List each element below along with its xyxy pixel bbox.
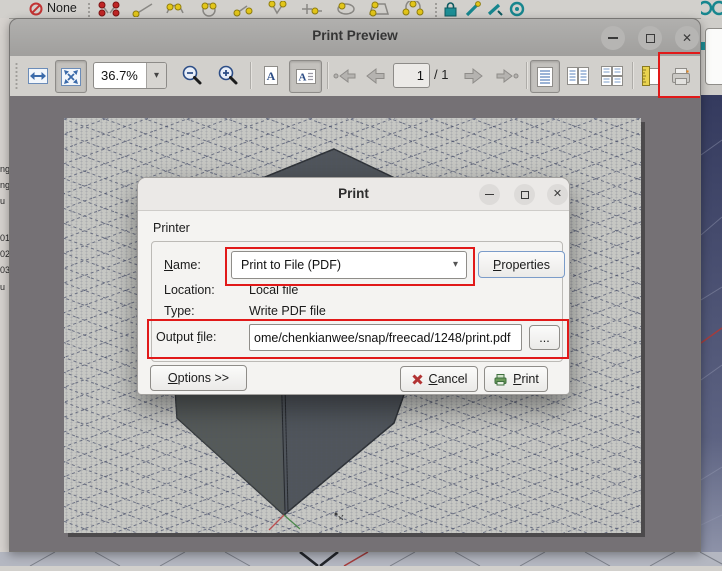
type-value: Write PDF file — [249, 304, 326, 318]
maximize-button[interactable] — [514, 184, 535, 205]
highlight-print-toolbar-button — [658, 52, 701, 98]
background-left-panel: ng ng u 01 02 03 u — [0, 18, 9, 552]
zoom-out-icon — [180, 64, 204, 88]
maximize-icon — [646, 34, 655, 43]
options-button[interactable]: Options >> — [150, 365, 247, 391]
printer-group-label: Printer — [153, 221, 190, 235]
close-icon: ✕ — [682, 32, 692, 44]
all-pages-icon — [599, 64, 625, 88]
zoom-in-button[interactable] — [213, 60, 243, 91]
cancel-x-icon — [411, 373, 424, 386]
minimize-button[interactable] — [601, 26, 625, 50]
highlight-output-file-row — [147, 319, 569, 359]
next-page-icon — [461, 64, 487, 88]
fit-width-button[interactable] — [23, 60, 53, 91]
toolbar-grip[interactable] — [87, 2, 91, 17]
clipped-text: ng — [0, 164, 9, 174]
print-dialog-titlebar[interactable]: Print ✕ — [138, 178, 569, 211]
clipped-text: u — [0, 282, 9, 292]
portrait-icon: A — [259, 64, 283, 88]
svg-text:A: A — [267, 69, 276, 83]
minimize-icon — [608, 37, 618, 39]
clipped-text: 01 — [0, 233, 9, 243]
circle-tool-icon — [701, 2, 711, 14]
cancel-button[interactable]: Cancel — [400, 366, 478, 392]
fit-page-icon — [59, 65, 83, 89]
all-pages-view-button[interactable] — [597, 60, 626, 91]
fit-width-icon — [26, 64, 50, 88]
minimize-button[interactable] — [479, 184, 500, 205]
separator — [250, 62, 252, 89]
clipped-text: u — [0, 196, 9, 206]
separator — [327, 62, 329, 89]
previous-page-icon — [362, 64, 388, 88]
close-button[interactable]: ✕ — [547, 184, 568, 205]
last-page-icon — [494, 64, 520, 88]
previous-page-button[interactable] — [360, 60, 390, 91]
single-page-icon — [534, 65, 556, 89]
window-title: Print Preview — [10, 28, 700, 43]
highlight-printer-name-dropdown — [225, 247, 475, 286]
close-icon: ✕ — [553, 189, 562, 200]
single-page-view-button[interactable] — [530, 60, 560, 93]
svg-text:A: A — [298, 71, 306, 83]
background-app-toolbar: None — [0, 0, 722, 19]
type-label: Type: — [164, 304, 195, 318]
none-label: None — [47, 1, 77, 15]
toolbar-grip[interactable] — [434, 2, 438, 17]
zoom-out-button[interactable] — [177, 60, 207, 91]
location-label: Location: — [164, 283, 215, 297]
first-page-button[interactable] — [330, 60, 360, 91]
maximize-icon — [521, 191, 529, 199]
fit-page-button[interactable] — [55, 60, 87, 93]
toolbar-grip[interactable] — [14, 62, 19, 89]
print-dialog: Print ✕ Printer Name: Print to File (PDF… — [137, 177, 570, 395]
page-number-input[interactable] — [393, 63, 430, 88]
background-panel-right — [701, 18, 722, 95]
zoom-level-combobox[interactable]: 36.7% ▾ — [93, 62, 167, 89]
background-toolbar-right — [701, 0, 722, 18]
next-page-button[interactable] — [459, 60, 489, 91]
landscape-button[interactable]: A — [289, 60, 322, 93]
print-preview-toolbar: 36.7% ▾ A A / 1 — [10, 56, 700, 97]
maximize-button[interactable] — [638, 26, 662, 50]
facing-pages-icon — [565, 64, 591, 88]
last-page-button[interactable] — [492, 60, 522, 91]
first-page-icon — [332, 64, 358, 88]
landscape-icon: A — [294, 65, 318, 89]
name-label: Name: — [164, 258, 201, 272]
close-button[interactable]: ✕ — [675, 26, 699, 50]
dialog-title: Print — [138, 186, 569, 201]
clipped-text: 03 — [0, 265, 9, 275]
field-fragment — [705, 28, 722, 85]
page-total-label: / 1 — [434, 67, 448, 82]
zoom-in-icon — [216, 64, 240, 88]
chevron-down-icon[interactable]: ▾ — [146, 63, 166, 88]
clipped-text: ng — [0, 180, 9, 190]
properties-button[interactable]: Properties — [478, 251, 565, 278]
print-confirm-button[interactable]: Print — [484, 366, 548, 392]
background-3d-view-bottom — [0, 552, 722, 566]
printer-icon — [493, 373, 508, 386]
separator — [632, 62, 634, 89]
facing-pages-view-button[interactable] — [563, 60, 592, 91]
zoom-level-value: 36.7% — [101, 68, 138, 83]
page-number-value[interactable] — [394, 64, 429, 87]
print-preview-titlebar[interactable]: Print Preview ✕ — [10, 19, 700, 57]
background-3d-view — [701, 95, 722, 552]
minimize-icon — [485, 194, 494, 196]
clipped-text: 02 — [0, 249, 9, 259]
portrait-button[interactable]: A — [257, 60, 285, 91]
separator — [526, 62, 528, 89]
